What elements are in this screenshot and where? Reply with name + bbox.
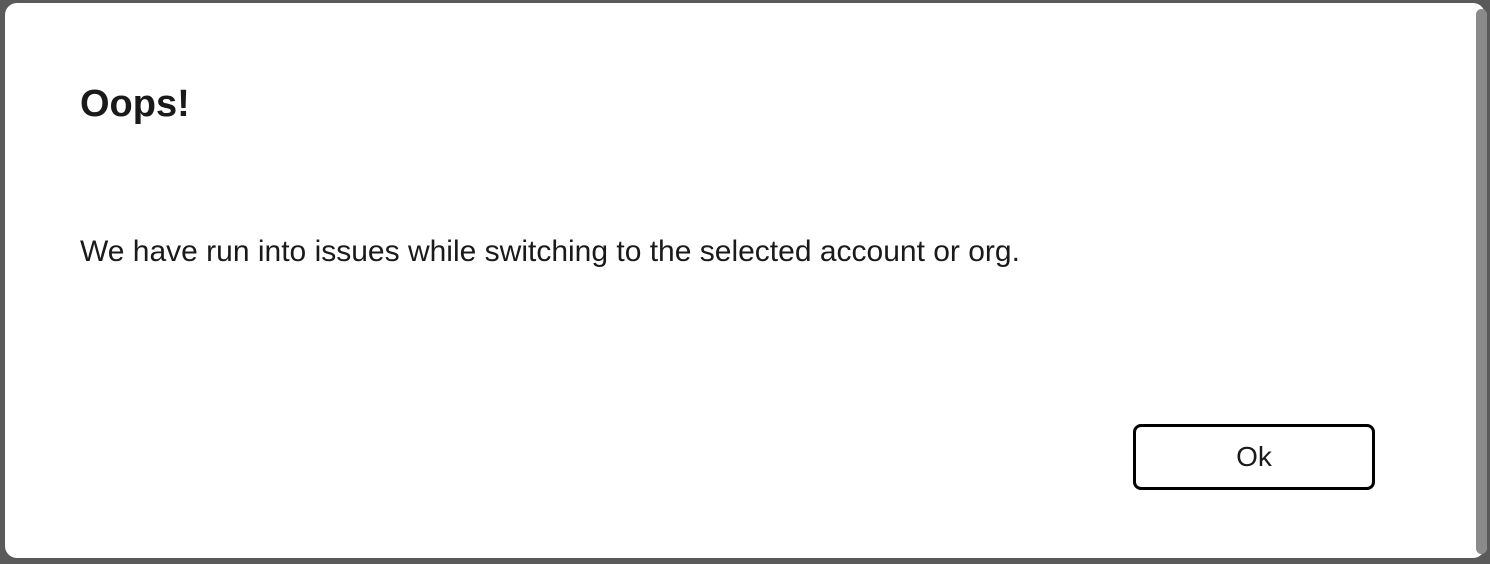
scrollbar[interactable] (1476, 9, 1487, 554)
ok-button[interactable]: Ok (1133, 424, 1375, 490)
error-dialog: Oops! We have run into issues while swit… (5, 3, 1485, 558)
dialog-actions: Ok (1133, 424, 1375, 490)
dialog-message: We have run into issues while switching … (80, 231, 1410, 273)
dialog-title: Oops! (80, 83, 1410, 126)
